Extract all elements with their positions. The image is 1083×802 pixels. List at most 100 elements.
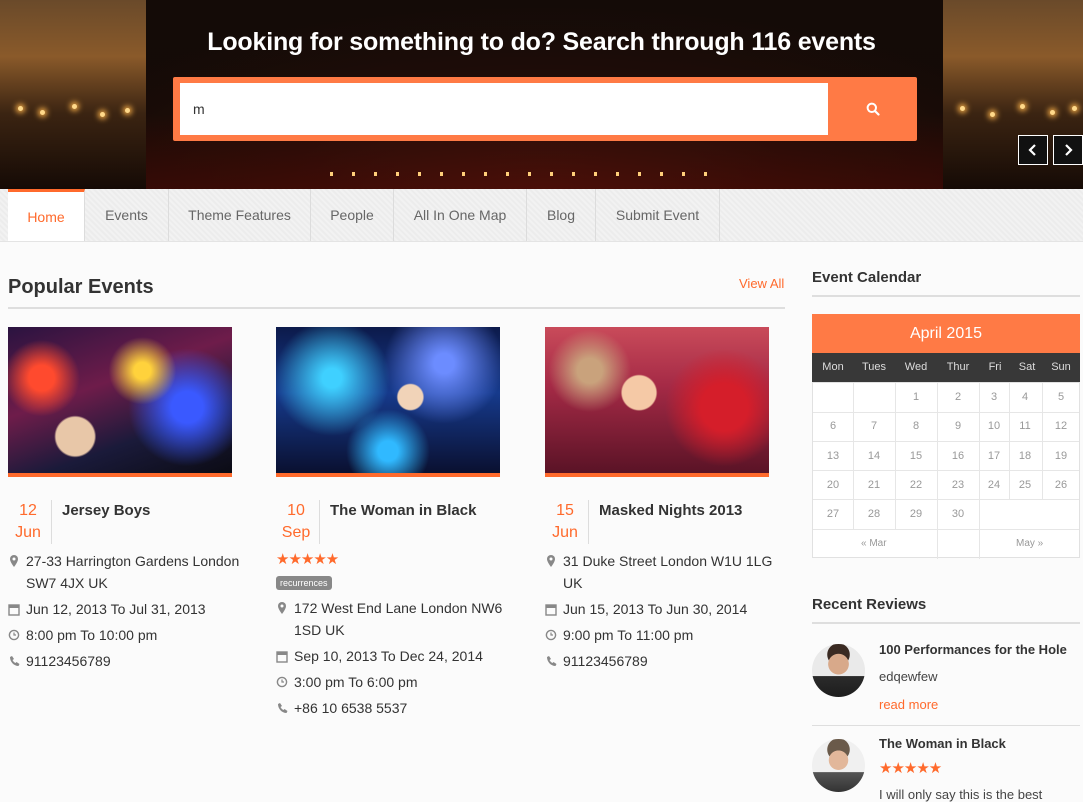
event-date-range: Sep 10, 2013 To Dec 24, 2014: [294, 648, 483, 664]
event-image-masked-nights[interactable]: [545, 327, 769, 477]
search-button[interactable]: [828, 77, 917, 141]
calendar-day[interactable]: 26: [1049, 479, 1073, 491]
review-title[interactable]: The Woman in Black: [879, 736, 1006, 751]
calendar-day[interactable]: 27: [821, 508, 845, 520]
event-address-line1: 31 Duke Street London W1U 1LG: [563, 553, 773, 569]
event-image-jersey-boys[interactable]: [8, 327, 232, 477]
nav-item-submit-event[interactable]: Submit Event: [596, 189, 720, 241]
event-address-line2: UK: [563, 575, 583, 591]
calendar-day[interactable]: 3: [982, 391, 1006, 403]
event-address: 172 West End Lane London NW6 1SD UK: [276, 597, 536, 641]
calendar-day[interactable]: 11: [1013, 420, 1037, 432]
nav-item-home[interactable]: Home: [8, 189, 85, 241]
nav-item-blog[interactable]: Blog: [527, 189, 596, 241]
calendar-day[interactable]: 2: [946, 391, 970, 403]
event-phone: +86 10 6538 5537: [276, 697, 536, 719]
reviewer-avatar[interactable]: [812, 739, 865, 792]
calendar-day[interactable]: 21: [862, 479, 886, 491]
calendar-day[interactable]: 20: [821, 479, 845, 491]
event-time-range: 3:00 pm To 6:00 pm: [294, 674, 418, 690]
event-image-woman-in-black[interactable]: [276, 327, 500, 477]
view-all-link[interactable]: View All: [739, 276, 784, 291]
event-calendar-title: Event Calendar: [812, 269, 922, 286]
event-dates: Sep 10, 2013 To Dec 24, 2014: [276, 645, 536, 667]
calendar-day[interactable]: 7: [862, 420, 886, 432]
calendar-day[interactable]: 10: [982, 420, 1006, 432]
calendar-day[interactable]: 30: [946, 508, 970, 520]
weekday-label: Sat: [1018, 361, 1036, 373]
nav-item-theme-features[interactable]: Theme Features: [169, 189, 311, 241]
review-title[interactable]: 100 Performances for the Hole: [879, 642, 1067, 657]
calendar-day[interactable]: 14: [862, 450, 886, 462]
calendar-day[interactable]: 25: [1013, 479, 1037, 491]
event-rating-stars: ★★★★★: [276, 551, 339, 568]
hero-heading: Looking for something to do? Search thro…: [207, 28, 876, 56]
calendar-icon: [545, 604, 557, 616]
event-address-line2: SW7 4JX UK: [26, 575, 108, 591]
clock-icon: [545, 629, 557, 641]
calendar-icon: [8, 604, 20, 616]
search-input[interactable]: [180, 83, 828, 135]
chevron-left-icon: [1028, 144, 1036, 156]
map-pin-icon: [547, 555, 555, 567]
nav-item-all-in-one-map[interactable]: All In One Map: [394, 189, 527, 241]
calendar-day[interactable]: 19: [1049, 450, 1073, 462]
recent-reviews-title: Recent Reviews: [812, 596, 927, 613]
event-title[interactable]: Masked Nights 2013: [599, 502, 742, 519]
event-date: 10 Sep: [275, 500, 317, 544]
event-time: 9:00 pm To 11:00 pm: [545, 624, 785, 646]
calendar-prev-month[interactable]: « Mar: [861, 538, 887, 549]
nav-item-people[interactable]: People: [311, 189, 394, 241]
event-address: 27-33 Harrington Gardens London SW7 4JX …: [8, 550, 268, 594]
weekday-label: Thur: [946, 361, 970, 373]
calendar-day[interactable]: 9: [946, 420, 970, 432]
calendar-day[interactable]: 16: [946, 450, 970, 462]
calendar-day[interactable]: 18: [1013, 450, 1037, 462]
clock-icon: [8, 629, 20, 641]
event-phone-number: 91123456789: [26, 653, 111, 669]
map-pin-icon: [10, 555, 18, 567]
calendar-next-month[interactable]: May »: [1016, 538, 1043, 549]
calendar-day[interactable]: 4: [1013, 391, 1037, 403]
slider-next-button[interactable]: [1053, 135, 1083, 165]
event-title[interactable]: The Woman in Black: [330, 502, 476, 519]
calendar-day[interactable]: 23: [946, 479, 970, 491]
event-address-line2: 1SD UK: [294, 622, 345, 638]
calendar-day[interactable]: 5: [1049, 391, 1073, 403]
event-month: Sep: [281, 524, 311, 541]
calendar-day[interactable]: 17: [982, 450, 1006, 462]
calendar-day[interactable]: 15: [904, 450, 928, 462]
calendar-day[interactable]: 24: [982, 479, 1006, 491]
chevron-right-icon: [1065, 144, 1073, 156]
review-divider: [812, 725, 1080, 726]
event-address-line1: 172 West End Lane London NW6: [294, 600, 503, 616]
calendar-day[interactable]: 6: [821, 420, 845, 432]
event-time: 8:00 pm To 10:00 pm: [8, 624, 268, 646]
review-text: edqewfew: [879, 669, 938, 684]
nav-item-events[interactable]: Events: [85, 189, 169, 241]
calendar-day[interactable]: 29: [904, 508, 928, 520]
read-more-link[interactable]: read more: [879, 697, 938, 712]
phone-icon: [10, 656, 20, 666]
calendar-divider: [812, 295, 1080, 297]
phone-icon: [278, 703, 288, 713]
slider-prev-button[interactable]: [1018, 135, 1048, 165]
calendar-day[interactable]: 12: [1049, 420, 1073, 432]
event-title[interactable]: Jersey Boys: [62, 502, 150, 519]
calendar-day[interactable]: 28: [862, 508, 886, 520]
calendar-icon: [276, 651, 288, 663]
calendar-day[interactable]: 8: [904, 420, 928, 432]
reviews-divider: [812, 622, 1080, 624]
main-navigation: Home Events Theme Features People All In…: [0, 189, 1083, 242]
review-text: I will only say this is the best: [879, 787, 1043, 802]
event-month: Jun: [15, 524, 41, 541]
search-bar: [173, 77, 917, 141]
event-day: 12: [19, 502, 37, 519]
calendar-day[interactable]: 22: [904, 479, 928, 491]
calendar-day[interactable]: 13: [821, 450, 845, 462]
calendar-day[interactable]: 1: [904, 391, 928, 403]
review-rating-stars: ★★★★★: [879, 760, 942, 777]
event-date: 12 Jun: [7, 500, 49, 544]
event-date-range: Jun 12, 2013 To Jul 31, 2013: [26, 601, 206, 617]
reviewer-avatar[interactable]: [812, 644, 865, 697]
